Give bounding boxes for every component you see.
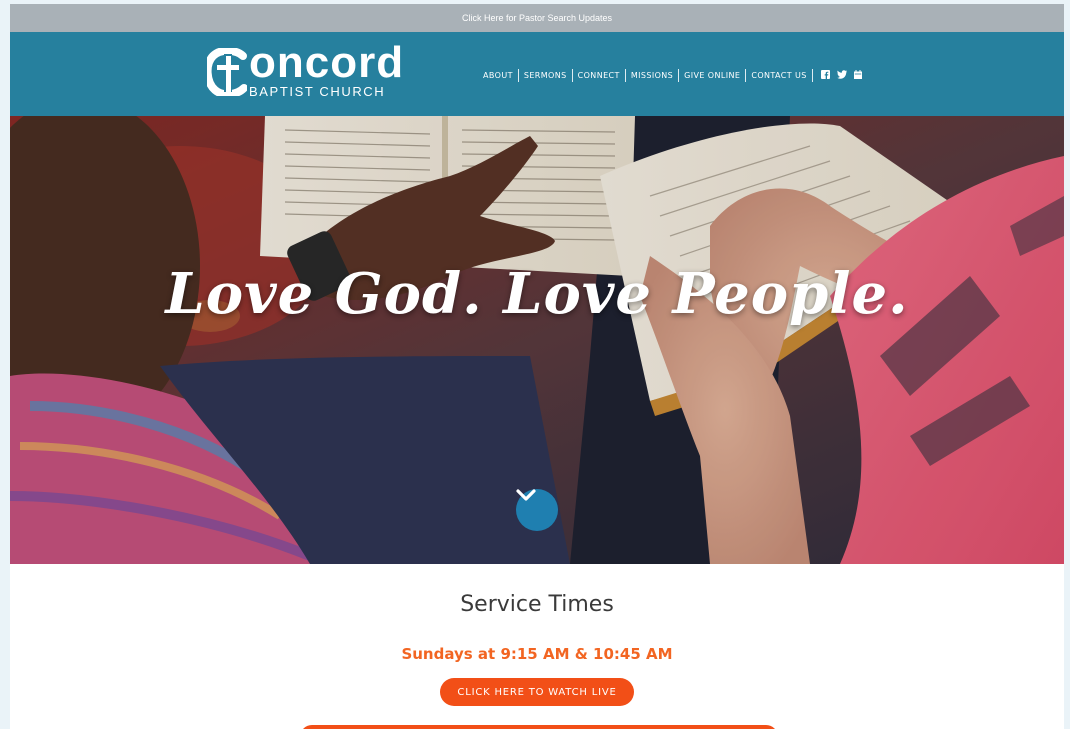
nav-divider: [678, 68, 680, 82]
hero-title: Love God. Love People.: [165, 261, 909, 327]
nav-divider: [571, 68, 573, 82]
facebook-icon[interactable]: [820, 69, 830, 81]
nav-about[interactable]: ABOUT: [478, 71, 518, 80]
scroll-down-button[interactable]: [516, 489, 558, 531]
service-times-section: Service Times Sundays at 9:15 AM & 10:45…: [10, 564, 1064, 729]
main-nav: ABOUT SERMONS CONNECT MISSIONS GIVE ONLI…: [478, 68, 862, 82]
service-times-text: Sundays at 9:15 AM & 10:45 AM: [401, 645, 673, 663]
secondary-button[interactable]: [300, 725, 778, 729]
nav-contact-us[interactable]: CONTACT US: [746, 71, 811, 80]
nav-divider: [745, 68, 747, 82]
nav-sermons[interactable]: SERMONS: [519, 71, 572, 80]
pastor-search-link[interactable]: Click Here for Pastor Search Updates: [462, 13, 612, 23]
pastor-search-banner[interactable]: Click Here for Pastor Search Updates: [10, 4, 1064, 32]
nav-give-online[interactable]: GIVE ONLINE: [679, 71, 745, 80]
nav-connect[interactable]: CONNECT: [573, 71, 625, 80]
twitter-icon[interactable]: [836, 69, 847, 81]
nav-divider: [517, 68, 519, 82]
logo-subtitle: BAPTIST CHURCH: [249, 84, 386, 99]
nav-divider: [624, 68, 626, 82]
watch-live-label: CLICK HERE TO WATCH LIVE: [457, 686, 617, 698]
calendar-icon[interactable]: [853, 69, 862, 81]
chevron-down-icon: [516, 489, 536, 501]
logo-wordmark: oncord: [249, 38, 405, 87]
watch-live-button[interactable]: CLICK HERE TO WATCH LIVE: [440, 678, 634, 706]
nav-missions[interactable]: MISSIONS: [626, 71, 678, 80]
site-header: oncord BAPTIST CHURCH ABOUT SERMONS CONN…: [10, 32, 1064, 116]
cross-c-mark-icon: [207, 48, 247, 96]
nav-divider: [811, 68, 813, 82]
service-times-heading: Service Times: [460, 592, 614, 617]
social-links: [813, 69, 862, 81]
church-logo[interactable]: oncord BAPTIST CHURCH: [207, 38, 407, 104]
hero-banner: Love God. Love People.: [10, 116, 1064, 564]
page-frame: Click Here for Pastor Search Updates onc…: [10, 4, 1064, 729]
